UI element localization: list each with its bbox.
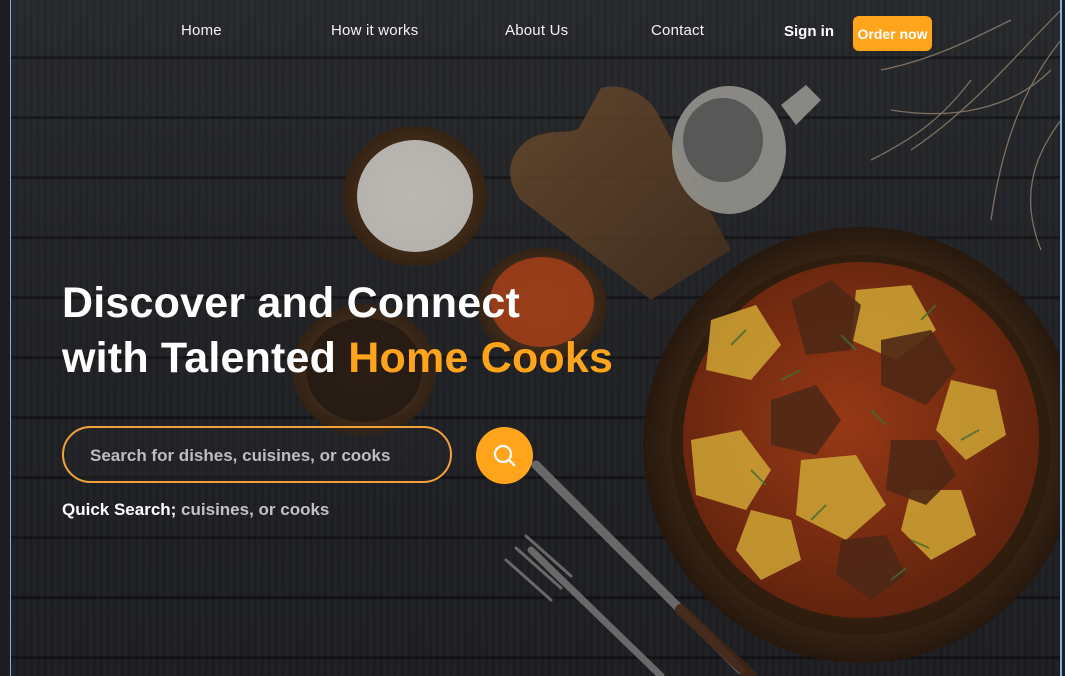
hero-section: Home How it works About Us Contact Sign …	[10, 0, 1062, 676]
sign-in-link[interactable]: Sign in	[784, 23, 834, 40]
headline-line-1: Discover and Connect	[62, 279, 520, 327]
headline-accent: Home Cooks	[348, 334, 614, 382]
search-bar	[62, 426, 452, 483]
quick-search-label: Quick Search;	[62, 500, 177, 519]
nav-link-home[interactable]: Home	[181, 22, 222, 39]
search-input[interactable]	[88, 428, 432, 483]
hero-headline: Discover and Connect with Talented Home …	[62, 276, 613, 386]
search-button[interactable]	[476, 427, 533, 484]
order-now-button[interactable]: Order now	[853, 16, 932, 51]
nav-link-how-it-works[interactable]: How it works	[331, 22, 418, 39]
nav-link-contact[interactable]: Contact	[651, 22, 704, 39]
nav-link-about-us[interactable]: About Us	[505, 22, 568, 39]
top-nav: Home How it works About Us Contact Sign …	[11, 0, 1060, 66]
quick-search: Quick Search; cuisines, or cooks	[62, 500, 329, 520]
search-icon	[493, 444, 516, 467]
quick-search-options[interactable]: cuisines, or cooks	[176, 500, 329, 519]
headline-line-2-prefix: with Talented	[62, 334, 349, 382]
